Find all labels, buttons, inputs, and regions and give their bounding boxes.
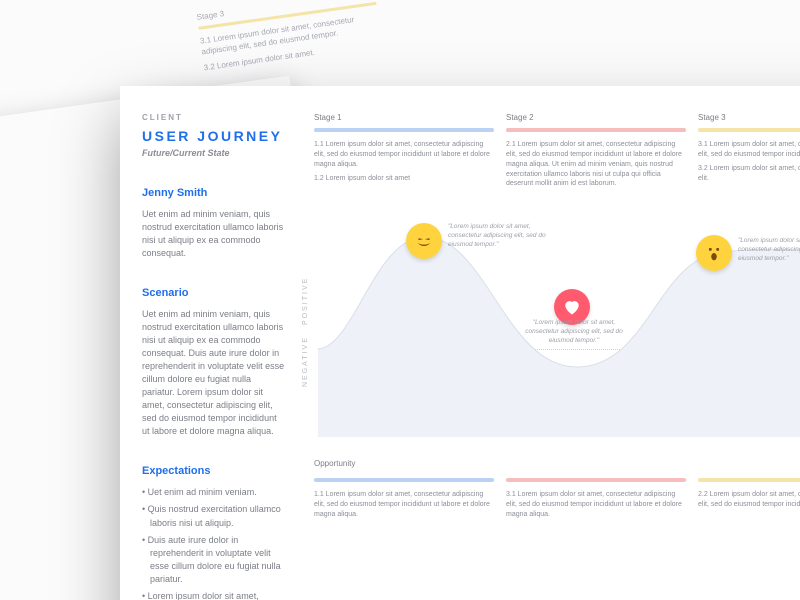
stage-label: Stage 2: [506, 112, 686, 123]
stage-label: Stage 3: [698, 112, 800, 123]
opportunity-bar: [698, 478, 800, 482]
persona-heading: Jenny Smith: [142, 186, 286, 202]
sidebar: CLIENT USER JOURNEY Future/Current State…: [120, 86, 308, 600]
stage-bar: [506, 128, 686, 132]
page-subtitle: Future/Current State: [142, 147, 286, 160]
journey-quote: "Lorem ipsum dolor sit amet, consectetur…: [738, 237, 800, 263]
opportunity-row: 1.1 Lorem ipsum dolor sit amet, consecte…: [314, 478, 800, 523]
expectation-item: • Quis nostrud exercitation ullamco labo…: [142, 503, 286, 529]
bg-text: 4.1 Lorem ipsum dolor sit amet, consecte…: [415, 0, 595, 2]
stage-col: Stage 3 3.1 Lorem ipsum dolor sit amet, …: [698, 112, 800, 193]
stage-row: Stage 1 1.1 Lorem ipsum dolor sit amet, …: [314, 112, 800, 193]
expectation-item: • Uet enim ad minim veniam.: [142, 486, 286, 499]
stage-text: 2.1 Lorem ipsum dolor sit amet, consecte…: [506, 140, 686, 189]
wow-emoji-icon: [696, 235, 732, 271]
opportunity-bar: [314, 478, 494, 482]
journey-quote: "Lorem ipsum dolor sit amet, consectetur…: [448, 223, 558, 249]
journey-document: CLIENT USER JOURNEY Future/Current State…: [120, 86, 800, 600]
persona-body: Uet enim ad minim veniam, quis nostrud e…: [142, 208, 286, 260]
scenario-body: Uet enim ad minim veniam, quis nostrud e…: [142, 308, 286, 438]
client-label: CLIENT: [142, 112, 286, 124]
opportunity-col: 2.2 Lorem ipsum dolor sit amet, consecte…: [698, 478, 800, 523]
axis-positive: POSITIVE: [302, 277, 309, 325]
laugh-emoji-icon: [406, 223, 442, 259]
page-title: USER JOURNEY: [142, 126, 286, 146]
expectation-item: • Duis aute irure dolor in reprehenderit…: [142, 534, 286, 586]
journey-quote: "Lorem ipsum dolor sit amet, consectetur…: [519, 319, 629, 345]
opportunity-col: 3.1 Lorem ipsum dolor sit amet, consecte…: [506, 478, 686, 523]
stage-bar: [314, 128, 494, 132]
main-panel: Stage 1 1.1 Lorem ipsum dolor sit amet, …: [308, 86, 800, 600]
stage-text: 3.1 Lorem ipsum dolor sit amet, consecte…: [698, 140, 800, 160]
stage-text: 3.2 Lorem ipsum dolor sit amet, consecte…: [698, 164, 800, 184]
axis-negative: NEGATIVE: [302, 336, 309, 387]
opportunity-heading: Opportunity: [314, 459, 800, 468]
stage-bar: [698, 128, 800, 132]
opportunity-text: 1.1 Lorem ipsum dolor sit amet, consecte…: [314, 490, 494, 519]
expectation-item: • Lorem ipsum dolor sit amet, consectetu…: [142, 590, 286, 600]
stage-text: 1.1 Lorem ipsum dolor sit amet, consecte…: [314, 140, 494, 169]
scenario-heading: Scenario: [142, 286, 286, 302]
stage-col: Stage 1 1.1 Lorem ipsum dolor sit amet, …: [314, 112, 494, 193]
emotion-chart: POSITIVE NEGATIVE "Lorem ipsum dolor sit…: [314, 217, 800, 437]
opportunity-text: 2.2 Lorem ipsum dolor sit amet, consecte…: [698, 490, 800, 510]
opportunity-text: 3.1 Lorem ipsum dolor sit amet, consecte…: [506, 490, 686, 519]
stage-text: 1.2 Lorem ipsum dolor sit amet: [314, 174, 494, 184]
opportunity-col: 1.1 Lorem ipsum dolor sit amet, consecte…: [314, 478, 494, 523]
stage-label: Stage 1: [314, 112, 494, 123]
stage-col: Stage 2 2.1 Lorem ipsum dolor sit amet, …: [506, 112, 686, 193]
opportunity-bar: [506, 478, 686, 482]
expectations-heading: Expectations: [142, 464, 286, 480]
